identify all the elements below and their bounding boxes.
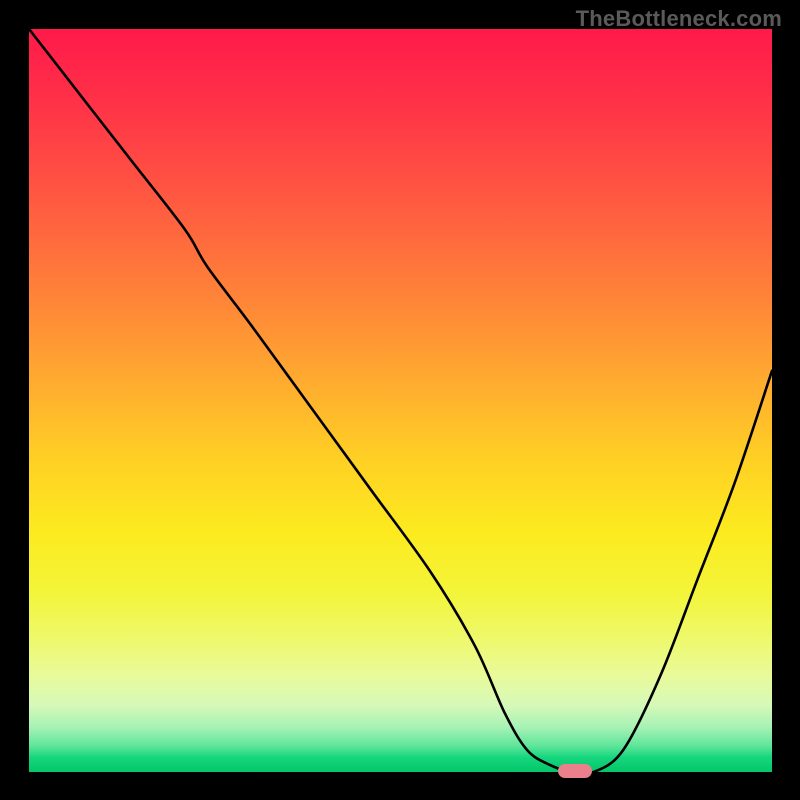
optimal-marker bbox=[558, 764, 592, 778]
chart-frame: TheBottleneck.com bbox=[0, 0, 800, 800]
bottleneck-curve bbox=[29, 29, 772, 772]
plot-area bbox=[29, 29, 772, 772]
